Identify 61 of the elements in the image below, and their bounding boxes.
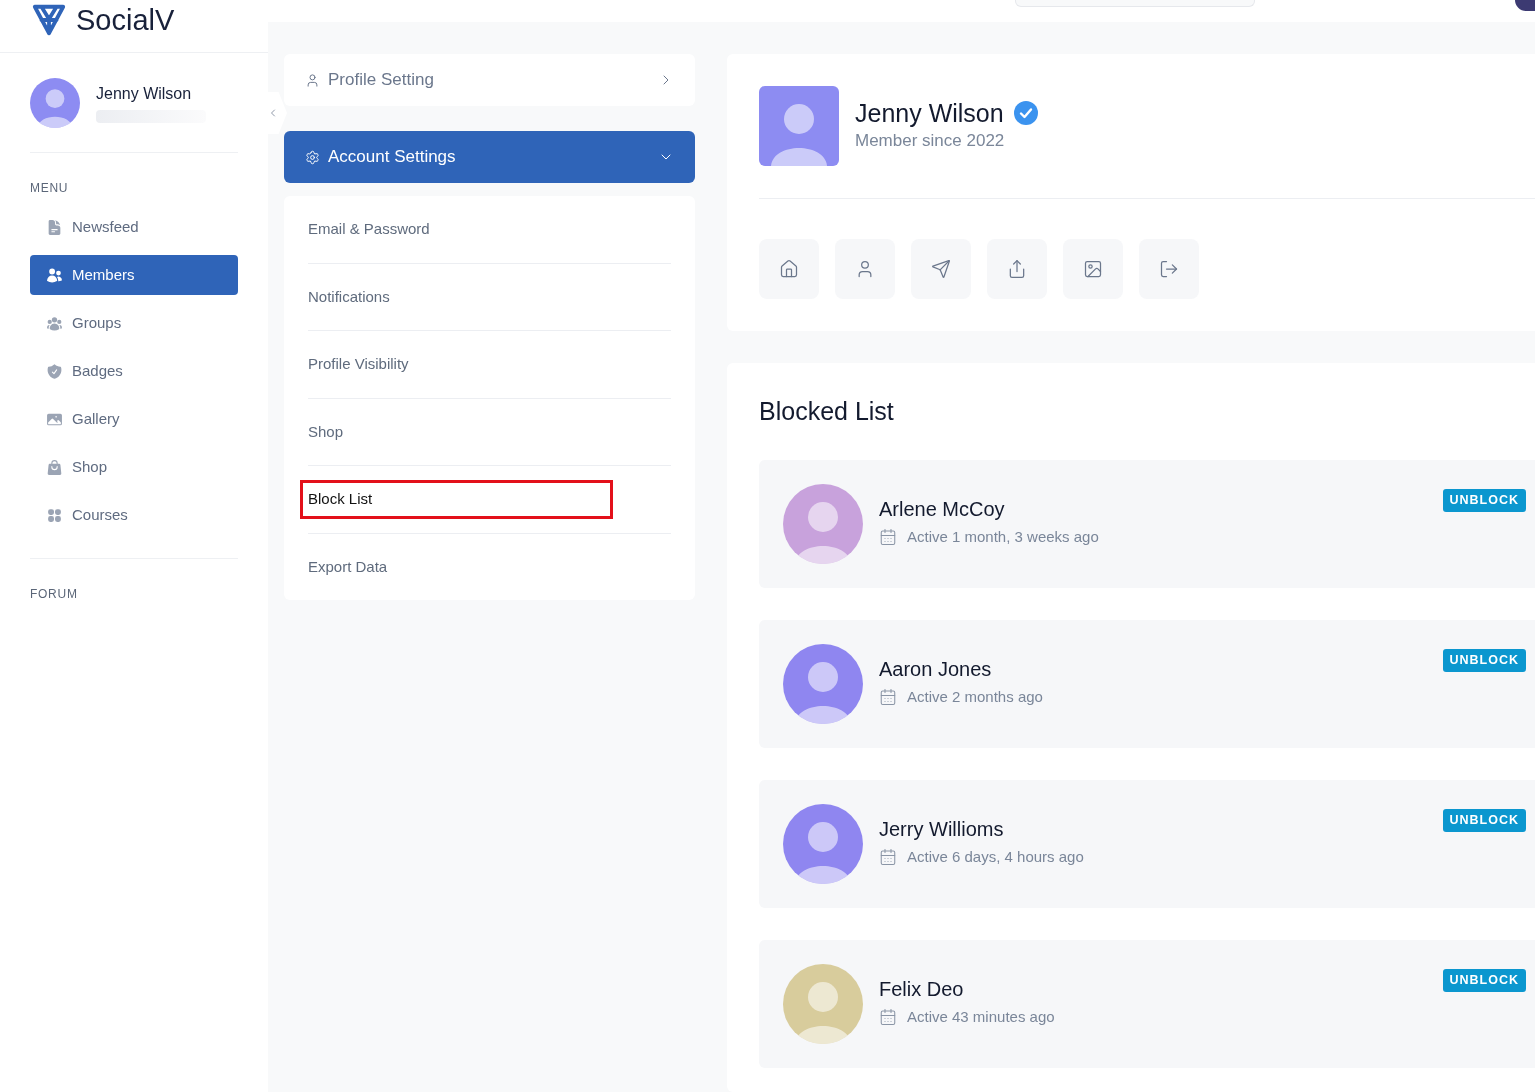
document-icon bbox=[46, 218, 63, 236]
section-title: Blocked List bbox=[759, 396, 894, 427]
users-icon bbox=[46, 266, 63, 284]
logout-button[interactable] bbox=[1139, 239, 1199, 299]
settings-item[interactable]: Shop bbox=[300, 412, 613, 452]
member-name: Arlene McCoy bbox=[879, 497, 1006, 522]
sidebar-item[interactable]: Groups bbox=[30, 303, 238, 343]
user-avatar bbox=[1515, 0, 1535, 11]
sidebar-item[interactable]: Shop bbox=[30, 447, 238, 487]
user-group-icon bbox=[46, 314, 63, 332]
image-icon bbox=[1083, 259, 1103, 279]
shopping-bag-icon bbox=[46, 458, 63, 476]
profile-button[interactable] bbox=[835, 239, 895, 299]
member-since: Member since 2022 bbox=[855, 130, 1006, 152]
sidebar-item[interactable]: Badges bbox=[30, 351, 238, 391]
sidebar-item[interactable]: Courses bbox=[30, 495, 238, 535]
logo-text: SocialV bbox=[76, 3, 175, 38]
menu-heading: FORUM bbox=[30, 586, 78, 602]
user-avatar bbox=[30, 78, 80, 128]
settings-item[interactable]: Notifications bbox=[300, 277, 613, 317]
menu-heading: MENU bbox=[30, 180, 69, 196]
activity-status: Active 2 months ago bbox=[907, 687, 1043, 707]
calendar-icon bbox=[879, 528, 897, 546]
send-button[interactable] bbox=[911, 239, 971, 299]
profile-name: Jenny Wilson bbox=[855, 98, 1004, 129]
paper-plane-icon bbox=[931, 259, 951, 279]
sidebar-item[interactable]: Members bbox=[30, 255, 238, 295]
search-field[interactable] bbox=[1015, 0, 1255, 7]
unblock-button[interactable]: UNBLOCK bbox=[1442, 489, 1526, 512]
settings-item[interactable]: Block List bbox=[300, 479, 613, 519]
accordion-header[interactable]: Profile Setting bbox=[284, 54, 695, 106]
user-name: Jenny Wilson bbox=[96, 84, 193, 104]
user-icon bbox=[305, 72, 320, 88]
sidebar-item[interactable]: Gallery bbox=[30, 399, 238, 439]
activity-status: Active 1 month, 3 weeks ago bbox=[907, 527, 1099, 547]
settings-item[interactable]: Export Data bbox=[300, 547, 613, 587]
calendar-icon bbox=[879, 848, 897, 866]
share-icon bbox=[1007, 259, 1027, 279]
home-button[interactable] bbox=[759, 239, 819, 299]
unblock-button[interactable]: UNBLOCK bbox=[1442, 969, 1526, 992]
sidebar-item[interactable]: Newsfeed bbox=[30, 207, 238, 247]
settings-item[interactable]: Email & Password bbox=[300, 209, 613, 249]
settings-item[interactable]: Profile Visibility bbox=[300, 344, 613, 384]
member-name: Aaron Jones bbox=[879, 657, 993, 682]
logout-icon bbox=[1159, 259, 1179, 279]
home-icon bbox=[779, 259, 799, 279]
accordion-header[interactable]: Account Settings bbox=[284, 131, 695, 183]
share-button[interactable] bbox=[987, 239, 1047, 299]
activity-status: Active 43 minutes ago bbox=[907, 1007, 1055, 1027]
calendar-icon bbox=[879, 1008, 897, 1026]
logo-icon bbox=[30, 2, 68, 38]
member-name: Jerry Willioms bbox=[879, 817, 1005, 842]
activity-status: Active 6 days, 4 hours ago bbox=[907, 847, 1084, 867]
gallery-button[interactable] bbox=[1063, 239, 1123, 299]
unblock-button[interactable]: UNBLOCK bbox=[1442, 809, 1526, 832]
unblock-button[interactable]: UNBLOCK bbox=[1442, 649, 1526, 672]
gear-icon bbox=[305, 149, 320, 165]
shield-check-icon bbox=[46, 362, 63, 380]
grid-icon bbox=[46, 506, 63, 524]
member-name: Felix Deo bbox=[879, 977, 965, 1002]
calendar-icon bbox=[879, 688, 897, 706]
